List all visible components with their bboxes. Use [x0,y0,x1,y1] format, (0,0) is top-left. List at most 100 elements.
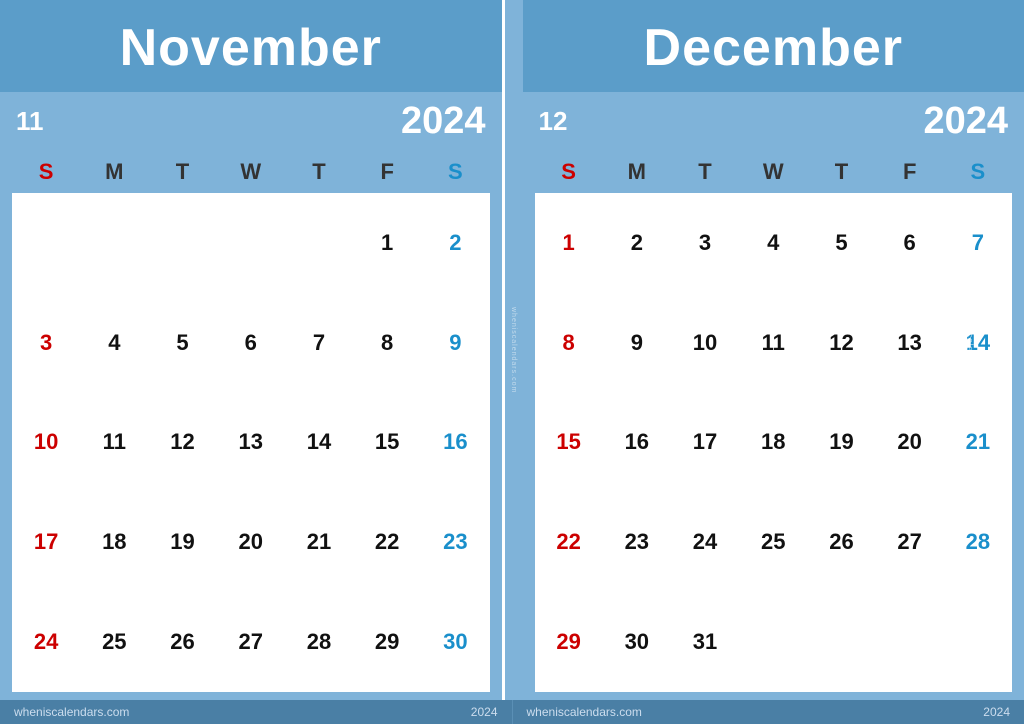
table-row: 7 [285,293,353,393]
dec-header-sun: S [535,155,603,189]
table-row: 22 [353,492,421,592]
table-row: 11 [739,293,807,393]
table-row: 16 [421,393,489,493]
december-month-number: 12 [539,106,568,137]
table-row: 29 [535,592,603,692]
december-title: December [523,0,1024,92]
nov-header-wed: W [217,155,285,189]
table-row: 24 [12,592,80,692]
table-row: 24 [671,492,739,592]
table-row: 11 [80,393,148,493]
november-calendar: November 11 2024 S M T W T F S 123456789… [0,0,505,700]
table-row: 23 [421,492,489,592]
footer-nov-year: 2024 [471,705,498,719]
table-row: 25 [739,492,807,592]
table-row: 20 [217,492,285,592]
footer-nov-site: wheniscalendars.com [14,705,129,719]
table-row: 29 [353,592,421,692]
dec-header-fri: F [876,155,944,189]
table-row: 30 [603,592,671,692]
table-row: 25 [80,592,148,692]
november-title: November [0,0,502,92]
table-row: 27 [876,492,944,592]
december-calendar: December 12 20 24 S M T W T F S 1 23 4567 89… [523,0,1024,700]
table-row: 1 [353,193,421,293]
table-row [12,193,80,293]
table-row: 27 [217,592,285,692]
table-row: 28 [944,492,1012,592]
table-row: 5 [148,293,216,393]
table-row: 30 [421,592,489,692]
nov-header-fri: F [353,155,421,189]
dec-header-sat: S [944,155,1012,189]
table-row: 2 [603,193,671,293]
table-row: 14 [285,393,353,493]
table-row [944,592,1012,692]
table-row: 28 [285,592,353,692]
table-row: 6 [876,193,944,293]
table-row: 19 [807,393,875,493]
table-row: 8 [535,293,603,393]
table-row: 13 [876,293,944,393]
table-row: 1 [535,193,603,293]
table-row: 9 [603,293,671,393]
table-row: 2 [421,193,489,293]
dec-watermark-left: wheniscalendars.com [572,302,582,398]
dec-header-wed: W [739,155,807,189]
table-row: 17 [671,393,739,493]
nov-header-sun: S [12,155,80,189]
footer-november: wheniscalendars.com 2024 [0,700,513,724]
nov-header-mon: M [80,155,148,189]
table-row: 6 [217,293,285,393]
november-days-grid: 1234567891011121314151617181920212223242… [12,193,490,692]
nov-header-sat: S [421,155,489,189]
table-row [876,592,944,692]
dec-header-mon: M [603,155,671,189]
table-row: 20 [876,393,944,493]
table-row: 23 [603,492,671,592]
table-row: 13 [217,393,285,493]
table-row: 8 [353,293,421,393]
november-day-headers: S M T W T F S [0,151,502,193]
table-row [148,193,216,293]
table-row: 10 [12,393,80,493]
table-row: 18 [739,393,807,493]
footer: wheniscalendars.com 2024 wheniscalendars… [0,700,1024,724]
table-row: 31 [671,592,739,692]
table-row: 15 [353,393,421,493]
nov-watermark-right: wheniscalendars.com [442,302,452,398]
table-row: 3 [12,293,80,393]
table-row [80,193,148,293]
december-day-headers: S M T W T F S [523,151,1024,193]
table-row [739,592,807,692]
table-row: 12 [148,393,216,493]
november-year: 2024 [401,100,486,143]
nov-header-tue: T [148,155,216,189]
table-row [217,193,285,293]
nov-header-thu: T [285,155,353,189]
table-row: 16 [603,393,671,493]
november-month-number: 11 [16,106,44,137]
dec-header-thu: T [807,155,875,189]
table-row: 26 [807,492,875,592]
table-row: 10 [671,293,739,393]
november-month-year-row: 11 2024 [0,92,502,151]
table-row: 18 [80,492,148,592]
table-row: 21 [944,393,1012,493]
table-row: 7 [944,193,1012,293]
december-days-grid: 1234567891011121314151617181920212223242… [535,193,1013,692]
table-row: 26 [148,592,216,692]
table-row: 14 [944,293,1012,393]
dec-watermark-right: wheniscalendars.com [965,302,975,398]
footer-december: wheniscalendars.com 2024 [513,700,1024,724]
table-row: 12 [807,293,875,393]
nov-watermark-left: wheniscalendars.com [49,302,59,398]
table-row: 4 [739,193,807,293]
footer-dec-site: wheniscalendars.com [527,705,642,719]
table-row: 15 [535,393,603,493]
center-watermark: wheniscalendars.com [505,0,523,700]
table-row: 9 [421,293,489,393]
table-row: 5 [807,193,875,293]
table-row: 22 [535,492,603,592]
table-row: 17 [12,492,80,592]
